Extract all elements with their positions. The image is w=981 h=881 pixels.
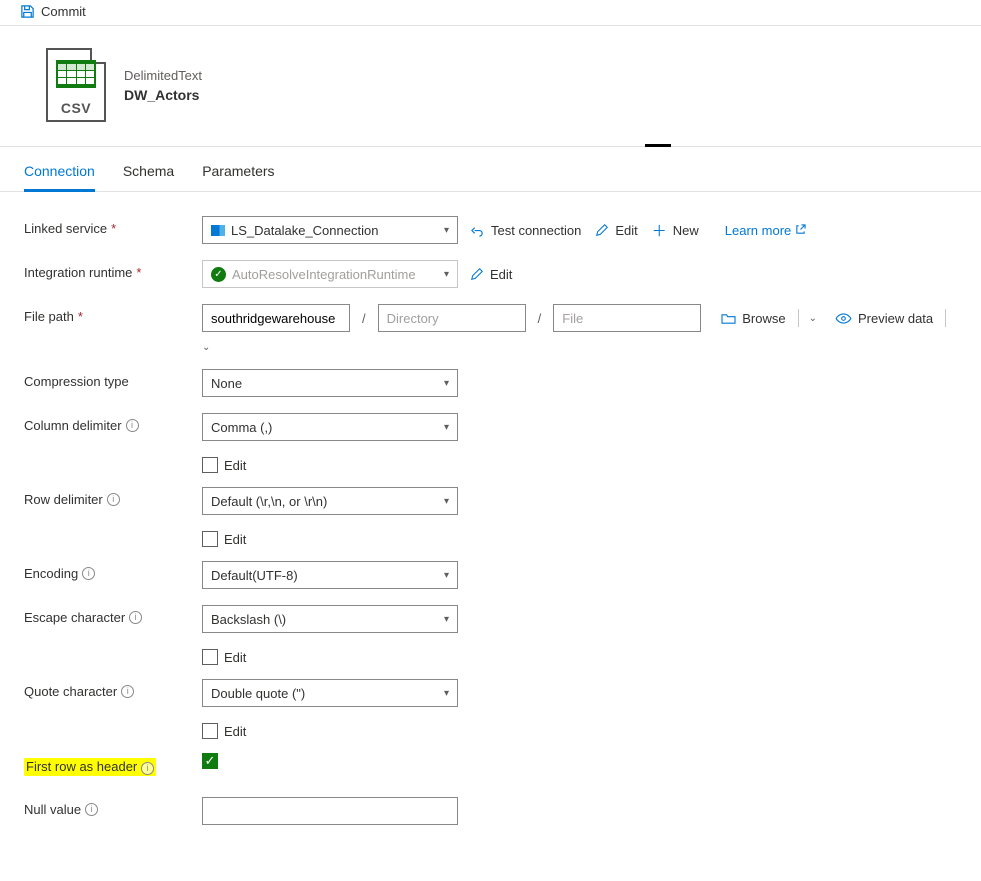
chevron-down-icon: ▾ xyxy=(444,378,449,389)
path-separator: / xyxy=(360,311,368,326)
edit-checkbox-label: Edit xyxy=(224,532,246,547)
info-icon[interactable]: i xyxy=(121,685,134,698)
info-icon[interactable]: i xyxy=(126,419,139,432)
chevron-down-icon: ▾ xyxy=(444,496,449,507)
chevron-down-icon: ▾ xyxy=(444,225,449,236)
commit-button[interactable]: Commit xyxy=(41,4,86,19)
linked-service-select[interactable]: LS_Datalake_Connection ▾ xyxy=(202,216,458,244)
column-delimiter-label: Column delimiter xyxy=(24,418,122,433)
dataset-name: DW_Actors xyxy=(124,87,202,103)
encoding-label: Encoding xyxy=(24,566,78,581)
compression-type-select[interactable]: None ▾ xyxy=(202,369,458,397)
chevron-down-icon: ▾ xyxy=(444,422,449,433)
linked-service-label: Linked service xyxy=(24,221,107,236)
service-icon xyxy=(211,225,225,236)
browse-button[interactable]: Browse xyxy=(719,304,787,332)
row-delimiter-edit-checkbox[interactable] xyxy=(202,531,218,547)
escape-character-edit-checkbox[interactable] xyxy=(202,649,218,665)
tab-connection[interactable]: Connection xyxy=(24,157,95,192)
chevron-down-icon: ▾ xyxy=(444,614,449,625)
directory-input[interactable] xyxy=(378,304,526,332)
path-separator: / xyxy=(536,311,544,326)
preview-data-button[interactable]: Preview data xyxy=(833,304,935,332)
edit-linked-service-button[interactable]: Edit xyxy=(593,216,639,244)
new-linked-service-button[interactable]: ＋ New xyxy=(650,216,701,244)
integration-runtime-select[interactable]: ✓ AutoResolveIntegrationRuntime ▾ xyxy=(202,260,458,288)
divider xyxy=(945,309,946,327)
save-icon xyxy=(20,4,35,19)
quote-character-edit-checkbox[interactable] xyxy=(202,723,218,739)
pencil-icon xyxy=(595,223,609,237)
quote-character-label: Quote character xyxy=(24,684,117,699)
first-row-header-label: First row as header i xyxy=(24,758,156,776)
divider xyxy=(798,309,799,327)
chevron-down-icon: ▾ xyxy=(444,688,449,699)
quote-character-select[interactable]: Double quote (") ▾ xyxy=(202,679,458,707)
dataset-type-label: DelimitedText xyxy=(124,68,202,83)
encoding-select[interactable]: Default(UTF-8) ▾ xyxy=(202,561,458,589)
learn-more-link[interactable]: Learn more xyxy=(725,223,806,238)
edit-checkbox-label: Edit xyxy=(224,650,246,665)
plus-icon: ＋ xyxy=(652,220,667,241)
null-value-input[interactable] xyxy=(202,797,458,825)
container-input[interactable] xyxy=(202,304,350,332)
chevron-down-icon: ▾ xyxy=(444,570,449,581)
first-row-header-checkbox[interactable]: ✓ xyxy=(202,753,218,769)
required-indicator: * xyxy=(136,265,141,280)
file-path-label: File path xyxy=(24,309,74,324)
escape-character-label: Escape character xyxy=(24,610,125,625)
info-icon[interactable]: i xyxy=(107,493,120,506)
column-delimiter-select[interactable]: Comma (,) ▾ xyxy=(202,413,458,441)
edit-checkbox-label: Edit xyxy=(224,724,246,739)
compression-type-label: Compression type xyxy=(24,374,129,389)
edit-checkbox-label: Edit xyxy=(224,458,246,473)
file-input[interactable] xyxy=(553,304,701,332)
integration-runtime-label: Integration runtime xyxy=(24,265,132,280)
row-delimiter-label: Row delimiter xyxy=(24,492,103,507)
info-icon[interactable]: i xyxy=(82,567,95,580)
edit-runtime-button[interactable]: Edit xyxy=(468,260,514,288)
dataset-type-icon: CSV xyxy=(46,48,106,122)
pencil-icon xyxy=(470,267,484,281)
test-connection-button[interactable]: Test connection xyxy=(468,216,583,244)
info-icon[interactable]: i xyxy=(129,611,142,624)
null-value-label: Null value xyxy=(24,802,81,817)
required-indicator: * xyxy=(111,221,116,236)
preview-icon xyxy=(835,313,852,324)
row-delimiter-select[interactable]: Default (\r,\n, or \r\n) ▾ xyxy=(202,487,458,515)
tab-parameters[interactable]: Parameters xyxy=(202,157,274,191)
required-indicator: * xyxy=(78,309,83,324)
external-link-icon xyxy=(795,223,806,238)
escape-character-select[interactable]: Backslash (\) ▾ xyxy=(202,605,458,633)
chevron-down-icon: ▾ xyxy=(444,269,449,280)
info-icon[interactable]: i xyxy=(85,803,98,816)
folder-icon xyxy=(721,312,736,325)
chevron-down-icon[interactable]: ⌄ xyxy=(202,342,210,353)
tab-schema[interactable]: Schema xyxy=(123,157,174,191)
chevron-down-icon[interactable]: ⌄ xyxy=(809,313,817,324)
test-icon xyxy=(470,223,485,238)
success-icon: ✓ xyxy=(211,267,226,282)
column-delimiter-edit-checkbox[interactable] xyxy=(202,457,218,473)
